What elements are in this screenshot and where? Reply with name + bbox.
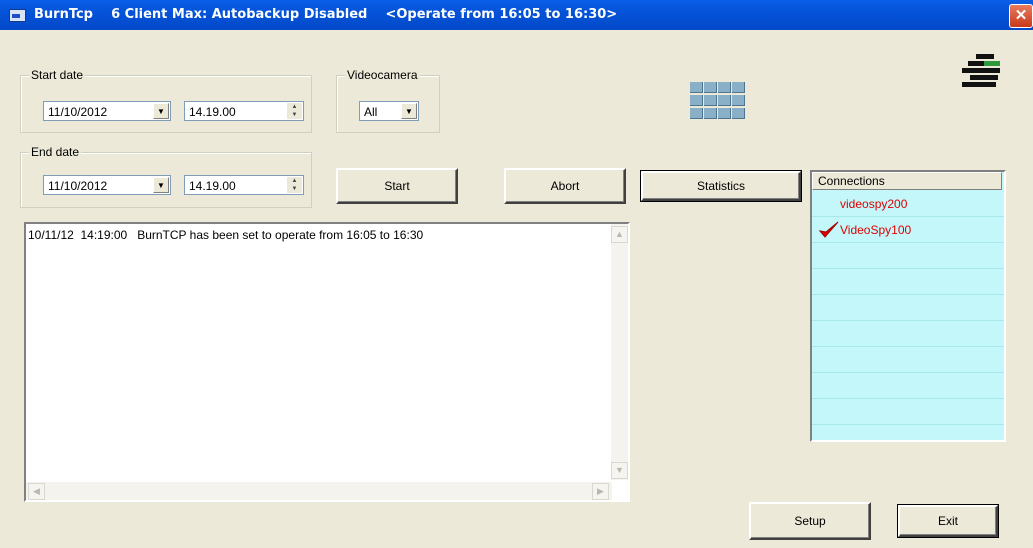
list-item [812,398,1004,425]
list-item[interactable]: VideoSpy100 [812,216,1004,243]
scroll-down-icon[interactable]: ▼ [611,462,628,479]
connections-header[interactable]: Connections [812,172,1002,190]
brand-logo-icon [962,54,1000,87]
list-item [812,268,1004,295]
end-date-label: End date [29,145,82,159]
spin-buttons[interactable]: ▲ ▼ [287,177,302,193]
videocamera-select[interactable]: All ▼ [359,101,419,121]
start-date-picker[interactable]: 11/10/2012 ▼ [43,101,171,121]
start-date-value: 11/10/2012 [48,105,108,119]
main-window: Start date 11/10/2012 ▼ 14.19.00 ▲ ▼ Vide… [4,30,1029,548]
spin-up-icon[interactable]: ▲ [287,103,302,111]
videocamera-label: Videocamera [345,68,420,82]
spin-up-icon[interactable]: ▲ [287,177,302,185]
chevron-down-icon[interactable]: ▼ [153,103,169,119]
videocamera-group: Videocamera All ▼ [336,68,440,133]
list-item [812,242,1004,269]
connection-name: videospy200 [840,197,908,211]
list-item [812,320,1004,347]
start-time-spinner[interactable]: 14.19.00 ▲ ▼ [184,101,304,121]
statistics-button[interactable]: Statistics [640,170,802,202]
horizontal-scrollbar[interactable]: ◀ ▶ [26,482,612,500]
end-date-value: 11/10/2012 [48,179,108,193]
vertical-scrollbar[interactable]: ▲ ▼ [611,224,628,480]
end-date-group: End date 11/10/2012 ▼ 14.19.00 ▲ ▼ [20,145,312,208]
start-date-label: Start date [29,68,86,82]
spin-down-icon[interactable]: ▼ [287,111,302,119]
connections-list[interactable]: Connections videospy200 VideoSpy100 [810,170,1006,442]
start-date-group: Start date 11/10/2012 ▼ 14.19.00 ▲ ▼ [20,68,312,133]
exit-button[interactable]: Exit [897,504,999,538]
list-item[interactable]: videospy200 [812,190,1004,217]
app-window-icon[interactable] [9,9,26,22]
close-icon[interactable]: ✕ [1009,4,1033,28]
videocamera-value: All [364,105,378,119]
red-check-icon [818,221,839,238]
scroll-left-icon[interactable]: ◀ [28,483,45,500]
window-title: BurnTcp 6 Client Max: Autobackup Disable… [34,7,618,22]
list-item [812,346,1004,373]
list-item [812,294,1004,321]
end-time-value: 14.19.00 [189,179,236,193]
title-bar: BurnTcp 6 Client Max: Autobackup Disable… [0,0,1033,30]
spin-buttons[interactable]: ▲ ▼ [287,103,302,119]
start-button[interactable]: Start [336,168,458,204]
end-date-picker[interactable]: 11/10/2012 ▼ [43,175,171,195]
list-item [812,372,1004,399]
scroll-up-icon[interactable]: ▲ [611,226,628,243]
chevron-down-icon[interactable]: ▼ [153,177,169,193]
connection-name: VideoSpy100 [840,223,912,237]
log-listbox[interactable]: 10/11/12 14:19:00 BurnTCP has been set t… [24,222,630,502]
setup-button[interactable]: Setup [749,502,871,540]
scroll-right-icon[interactable]: ▶ [592,483,609,500]
end-time-spinner[interactable]: 14.19.00 ▲ ▼ [184,175,304,195]
start-time-value: 14.19.00 [189,105,236,119]
spin-down-icon[interactable]: ▼ [287,185,302,193]
abort-button[interactable]: Abort [504,168,626,204]
chevron-down-icon[interactable]: ▼ [401,103,417,119]
log-line: 10/11/12 14:19:00 BurnTCP has been set t… [28,228,424,242]
